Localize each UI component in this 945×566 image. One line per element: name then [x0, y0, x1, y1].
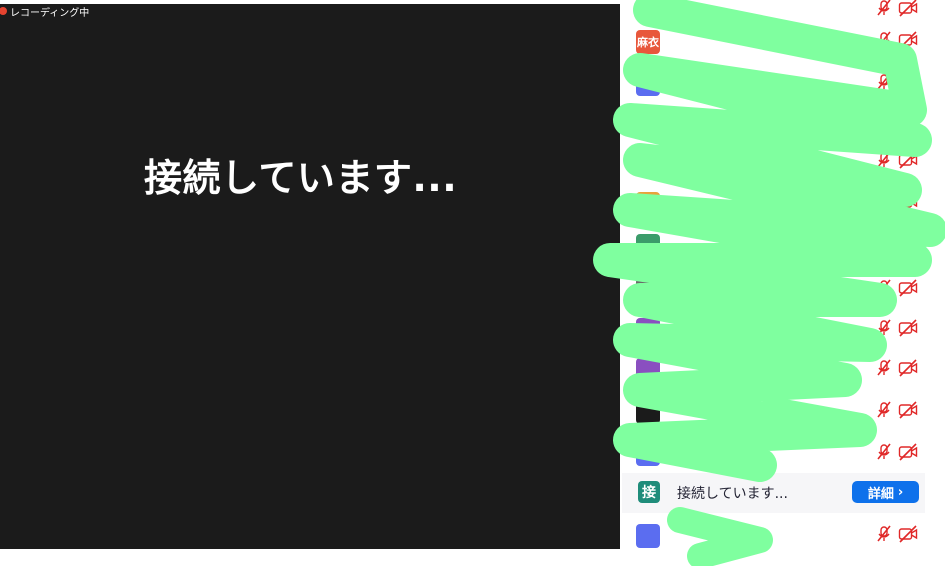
camera-off-icon[interactable]: [898, 401, 918, 419]
camera-off-icon[interactable]: [898, 0, 918, 17]
mic-muted-icon[interactable]: [874, 31, 894, 49]
participant-row[interactable]: [620, 140, 945, 180]
avatar: 麻衣: [636, 30, 660, 54]
mic-muted-icon[interactable]: [874, 319, 894, 337]
mic-muted-icon[interactable]: [874, 401, 894, 419]
recording-indicator[interactable]: レコーディング中: [0, 4, 90, 19]
mic-muted-icon[interactable]: [874, 443, 894, 461]
avatar: [636, 400, 660, 424]
camera-off-icon[interactable]: [898, 193, 918, 211]
camera-off-icon[interactable]: [898, 151, 918, 169]
avatar: [636, 358, 660, 382]
avatar: [636, 72, 660, 96]
camera-off-icon[interactable]: [898, 73, 918, 91]
mic-muted-icon[interactable]: [874, 0, 894, 17]
mic-muted-icon[interactable]: [874, 359, 894, 377]
recording-label: レコーディング中: [10, 7, 90, 19]
avatar: [636, 318, 660, 342]
participant-row[interactable]: [620, 348, 945, 388]
mic-muted-icon[interactable]: [874, 193, 894, 211]
detail-button-label: 詳細: [867, 486, 894, 502]
camera-off-icon[interactable]: [898, 279, 918, 297]
mic-muted-icon[interactable]: [874, 525, 894, 543]
camera-off-icon[interactable]: [898, 359, 918, 377]
avatar: [636, 524, 660, 548]
video-stage: レコーディング中 接続しています...: [0, 4, 620, 549]
participant-row[interactable]: [620, 432, 945, 472]
avatar: [636, 110, 660, 134]
avatar: [636, 278, 660, 302]
camera-off-icon[interactable]: [898, 525, 918, 543]
mic-muted-icon[interactable]: [874, 111, 894, 129]
detail-button[interactable]: 詳細 ›: [852, 481, 919, 503]
avatar: [636, 442, 660, 466]
participant-row[interactable]: [620, 390, 945, 430]
participant-row[interactable]: 麻衣: [620, 20, 945, 60]
recording-dot-icon: [0, 7, 7, 15]
avatar: [636, 192, 660, 216]
avatar: [636, 0, 660, 22]
connecting-avatar: 接: [638, 481, 660, 503]
participant-row[interactable]: [620, 514, 945, 554]
participant-row[interactable]: [620, 100, 945, 140]
chevron-right-icon: ›: [897, 484, 904, 500]
avatar: [636, 150, 660, 174]
avatar: [636, 234, 660, 258]
participant-row[interactable]: [620, 308, 945, 348]
participant-row[interactable]: [620, 268, 945, 308]
connecting-participant-row: 接 接続しています... 詳細 ›: [622, 473, 925, 513]
participant-row[interactable]: [620, 224, 945, 264]
camera-off-icon[interactable]: [898, 31, 918, 49]
connecting-status: 接続しています...: [144, 156, 458, 200]
camera-off-icon[interactable]: [898, 443, 918, 461]
mic-muted-icon[interactable]: [874, 235, 894, 253]
participant-row[interactable]: [620, 62, 945, 102]
participant-row[interactable]: [620, 182, 945, 222]
mic-muted-icon[interactable]: [874, 151, 894, 169]
camera-off-icon[interactable]: [898, 319, 918, 337]
camera-off-icon[interactable]: [898, 111, 918, 129]
mic-muted-icon[interactable]: [874, 73, 894, 91]
mic-muted-icon[interactable]: [874, 279, 894, 297]
connecting-participant-status: 接続しています...: [677, 486, 788, 502]
camera-off-icon[interactable]: [898, 235, 918, 253]
